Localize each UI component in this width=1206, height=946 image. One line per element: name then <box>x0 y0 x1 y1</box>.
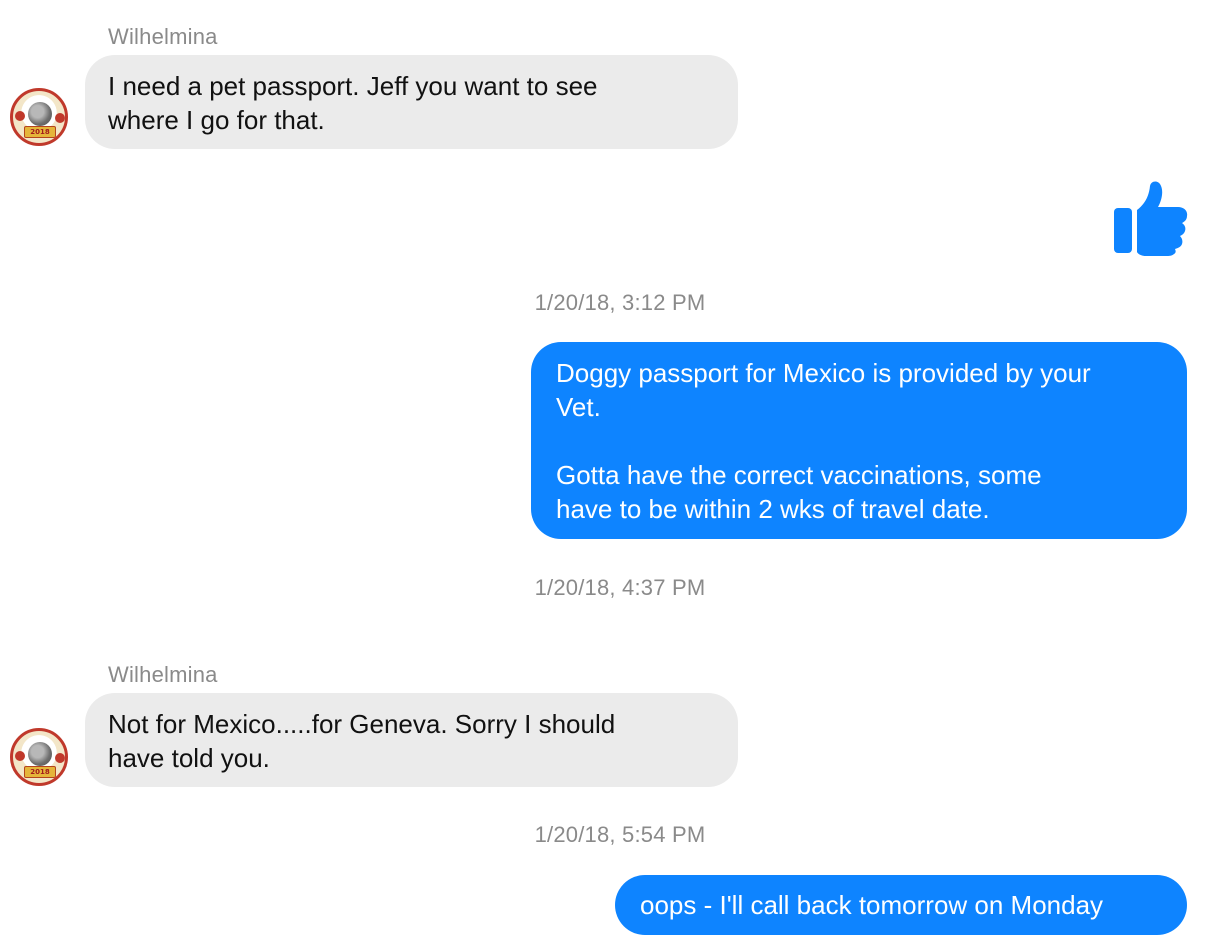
wreath-leaf <box>15 111 25 121</box>
avatar-badge: 2018 <box>24 766 56 778</box>
message-bubble-incoming[interactable]: I need a pet passport. Jeff you want to … <box>85 55 738 149</box>
message-text: Vet. <box>556 392 601 422</box>
message-text: Not for Mexico.....for Geneva. Sorry I s… <box>108 709 616 739</box>
sender-name: Wilhelmina <box>108 24 218 49</box>
message-text: Doggy passport for Mexico is provided by… <box>556 358 1091 388</box>
message-text: I need a pet passport. Jeff you want to … <box>108 71 598 101</box>
message-text: have told you. <box>108 743 270 773</box>
avatar[interactable]: 2018 <box>10 88 68 146</box>
message-bubble-incoming[interactable]: Not for Mexico.....for Geneva. Sorry I s… <box>85 693 738 787</box>
message-text <box>556 424 1163 458</box>
sender-name: Wilhelmina <box>108 662 218 687</box>
wreath-leaf <box>55 753 65 763</box>
message-bubble-outgoing[interactable]: oops - I'll call back tomorrow on Monday <box>615 875 1187 935</box>
message-bubble-outgoing[interactable]: Doggy passport for Mexico is provided by… <box>531 342 1187 539</box>
timestamp: 1/20/18, 4:37 PM <box>534 575 706 600</box>
avatar-badge: 2018 <box>24 126 56 138</box>
wreath-leaf <box>15 751 25 761</box>
timestamp: 1/20/18, 3:12 PM <box>534 290 706 315</box>
avatar[interactable]: 2018 <box>10 728 68 786</box>
thumbs-up-icon[interactable] <box>1112 180 1188 256</box>
message-text: oops - I'll call back tomorrow on Monday <box>640 890 1104 920</box>
message-text: Gotta have the correct vaccinations, som… <box>556 460 1042 490</box>
message-text: have to be within 2 wks of travel date. <box>556 494 990 524</box>
dog-photo <box>28 102 52 126</box>
message-text: where I go for that. <box>108 105 325 135</box>
timestamp: 1/20/18, 5:54 PM <box>534 822 706 847</box>
dog-photo <box>28 742 52 766</box>
wreath-leaf <box>55 113 65 123</box>
